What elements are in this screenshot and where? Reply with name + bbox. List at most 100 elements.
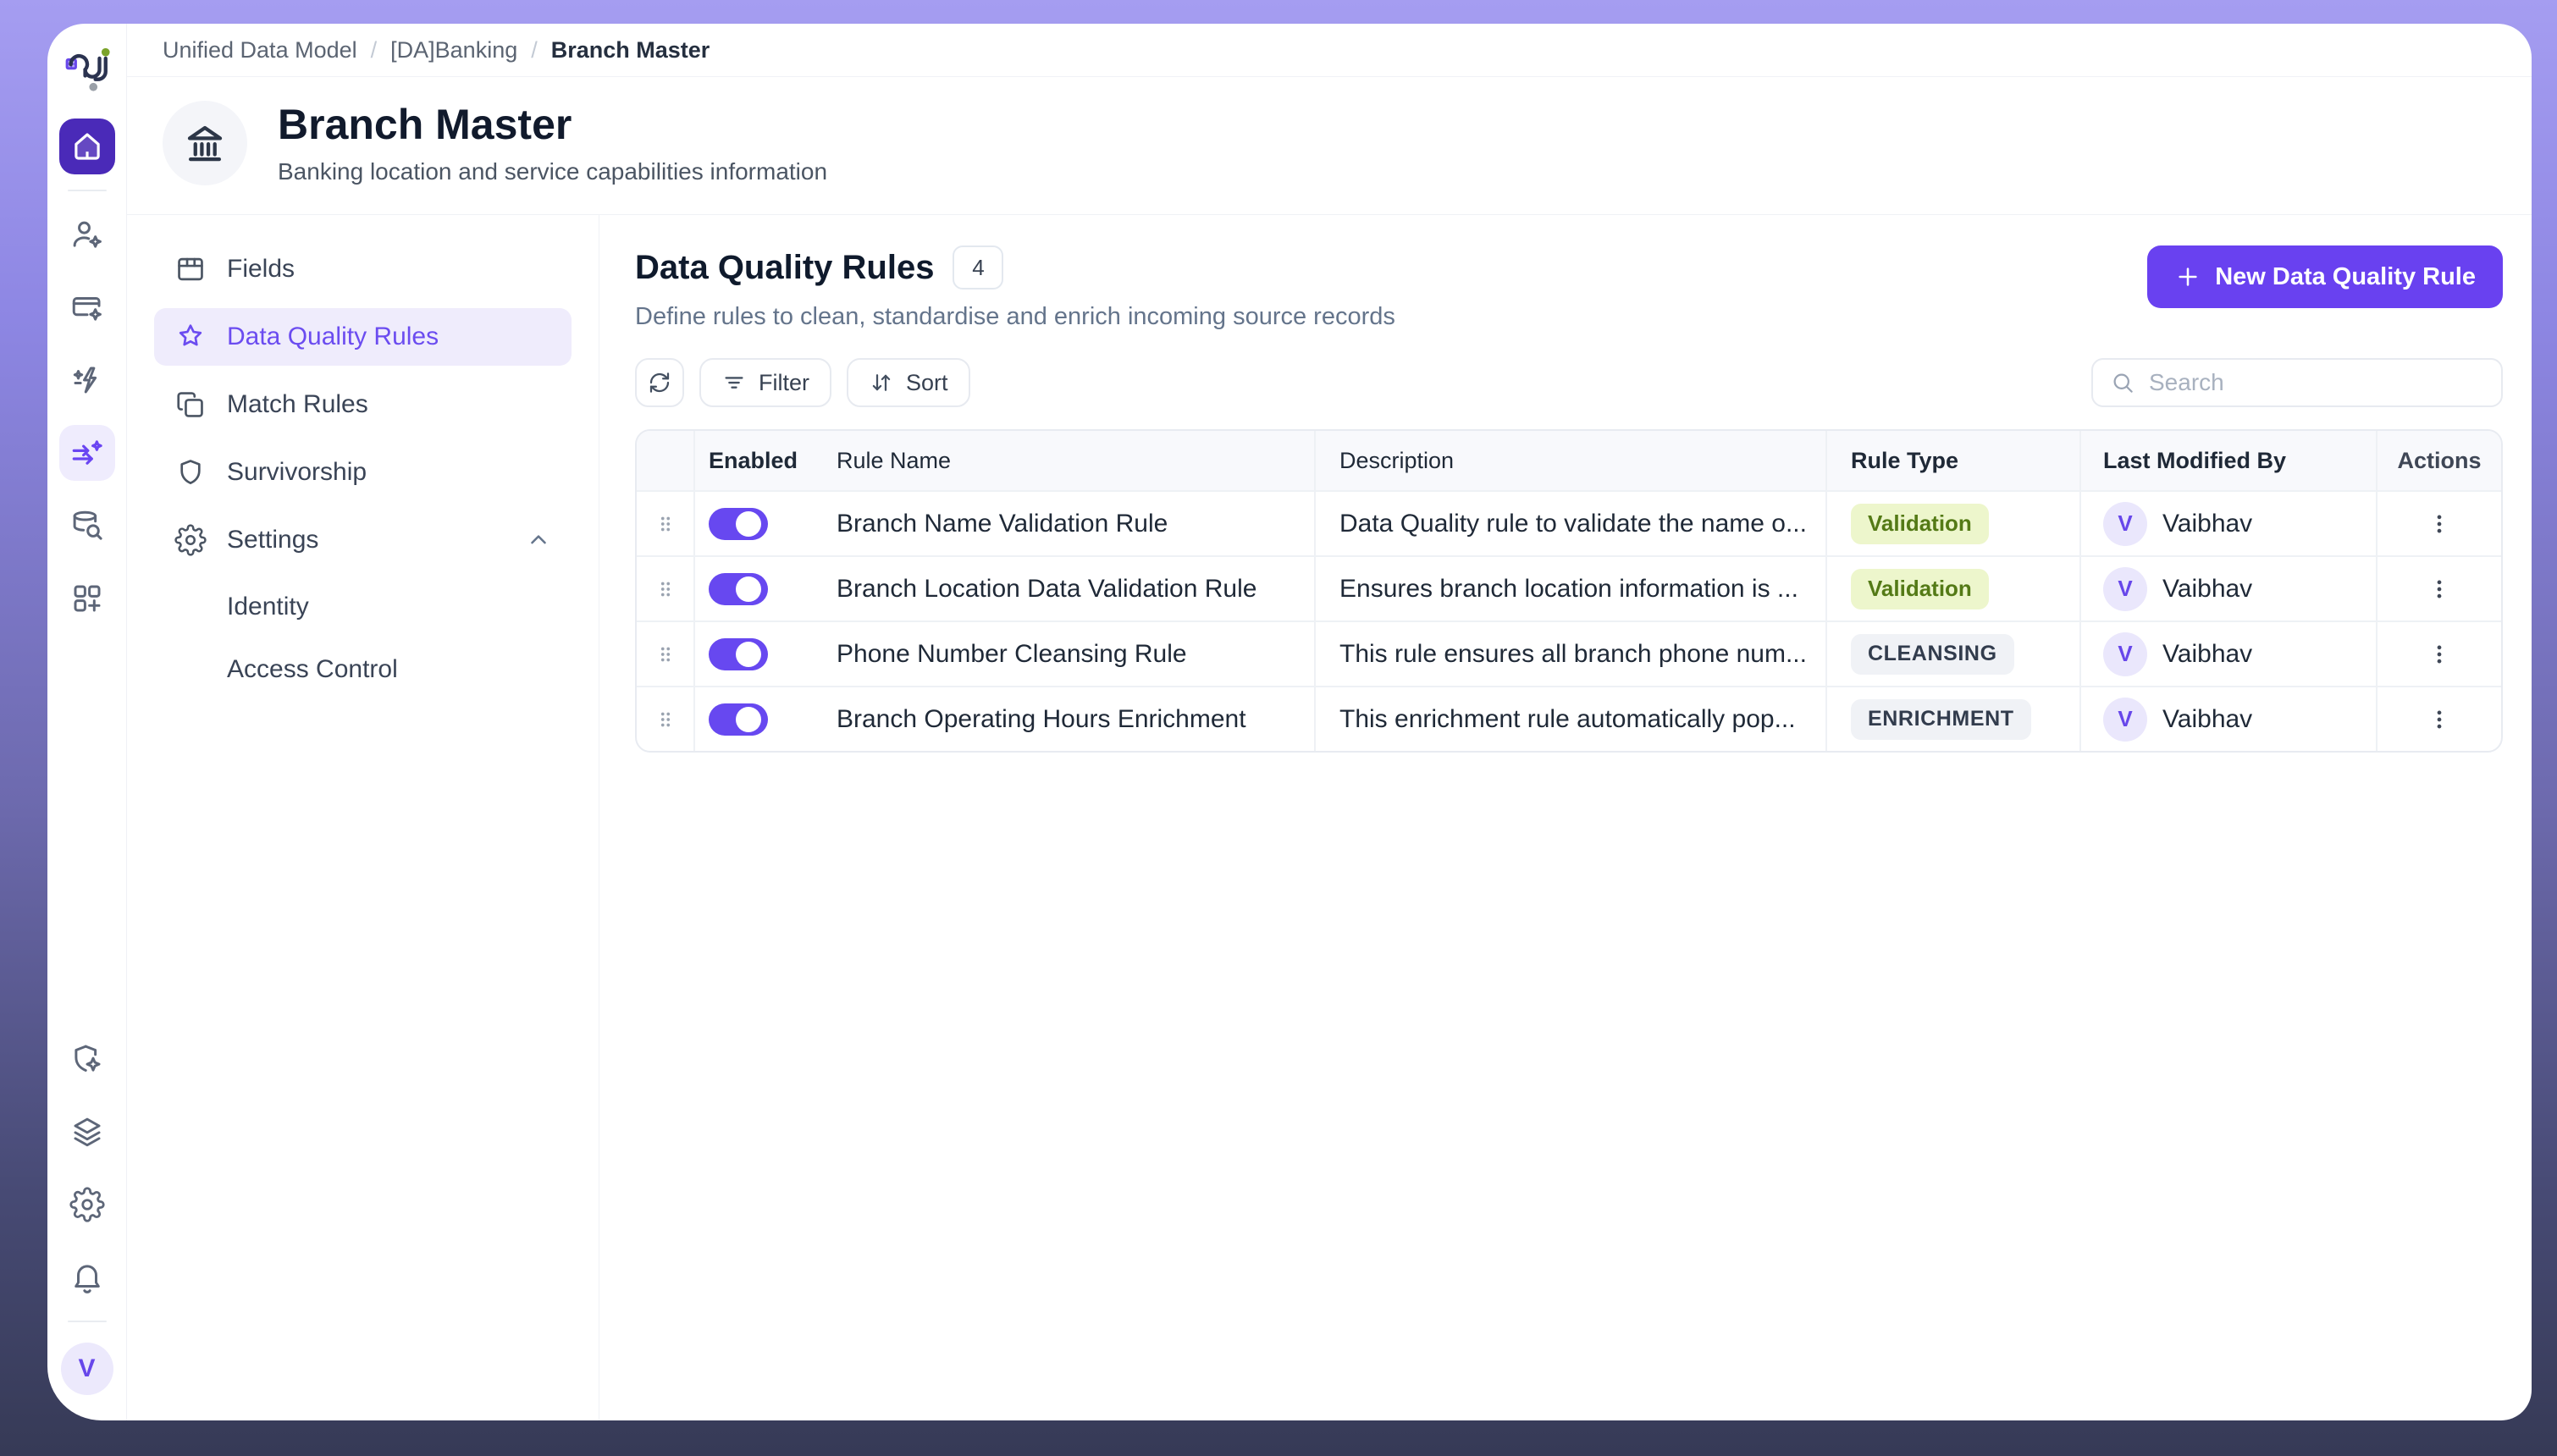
- rule-description: Data Quality rule to validate the name o…: [1314, 492, 1825, 555]
- icon-rail: V: [47, 24, 127, 1420]
- new-rule-button-label: New Data Quality Rule: [2215, 263, 2476, 291]
- modifier-avatar: V: [2103, 502, 2147, 546]
- refresh-icon: [647, 370, 672, 395]
- rail-pipelines-button[interactable]: [59, 425, 115, 481]
- subnav-item-data-quality-rules[interactable]: Data Quality Rules: [154, 308, 572, 366]
- subnav-item-label: Data Quality Rules: [227, 323, 439, 351]
- plus-icon: [2174, 263, 2201, 290]
- kebab-menu-icon: [2427, 511, 2452, 537]
- star-icon: [174, 321, 207, 353]
- breadcrumb-item-domain[interactable]: [DA]Banking: [390, 37, 517, 63]
- modifier-avatar: V: [2103, 698, 2147, 742]
- modifier-avatar: V: [2103, 632, 2147, 676]
- rail-settings-button[interactable]: [59, 1177, 115, 1233]
- breadcrumb-separator: /: [371, 37, 378, 63]
- filter-button-label: Filter: [759, 370, 809, 396]
- kebab-menu-icon: [2427, 576, 2452, 602]
- subnav-item-settings[interactable]: Settings: [154, 511, 572, 569]
- subnav-item-label: Match Rules: [227, 390, 368, 419]
- row-actions-menu-button[interactable]: [2422, 510, 2457, 538]
- rule-count-badge: 4: [953, 245, 1003, 290]
- app-window: V Unified Data Model / [DA]Banking / Bra…: [47, 24, 2532, 1420]
- grid-plus-icon: [69, 581, 105, 616]
- enabled-toggle[interactable]: [709, 508, 768, 540]
- breadcrumb: Unified Data Model / [DA]Banking / Branc…: [127, 24, 2532, 77]
- subnav-item-match-rules[interactable]: Match Rules: [154, 376, 572, 433]
- rail-layers-button[interactable]: [59, 1104, 115, 1160]
- copy-icon: [174, 389, 207, 421]
- enabled-toggle[interactable]: [709, 703, 768, 736]
- modifier-name: Vaibhav: [2162, 640, 2252, 669]
- search-icon: [2110, 370, 2135, 395]
- rule-name[interactable]: Branch Operating Hours Enrichment: [833, 687, 1314, 751]
- rail-notifications-button[interactable]: [59, 1249, 115, 1305]
- main-content: Data Quality Rules 4 Define rules to cle…: [599, 215, 2532, 1420]
- breadcrumb-separator: /: [531, 37, 538, 63]
- subnav-item-label: Survivorship: [227, 458, 367, 487]
- home-nav-button[interactable]: [59, 119, 115, 174]
- gear-icon: [174, 524, 207, 556]
- modifier-name: Vaibhav: [2162, 510, 2252, 538]
- header-enabled: Enabled: [693, 431, 833, 490]
- rule-name[interactable]: Branch Name Validation Rule: [833, 492, 1314, 555]
- subnav-item-access-control[interactable]: Access Control: [154, 642, 572, 698]
- shield-icon: [174, 456, 207, 488]
- database-search-icon: [69, 508, 105, 543]
- new-data-quality-rule-button[interactable]: New Data Quality Rule: [2147, 245, 2503, 308]
- rail-cards-button[interactable]: [59, 279, 115, 335]
- filter-lines-icon: [721, 370, 747, 395]
- rule-name[interactable]: Branch Location Data Validation Rule: [833, 557, 1314, 620]
- enabled-toggle[interactable]: [709, 573, 768, 605]
- row-actions-menu-button[interactable]: [2422, 576, 2457, 603]
- rail-divider: [68, 190, 107, 191]
- user-avatar[interactable]: V: [61, 1343, 113, 1395]
- sort-button[interactable]: Sort: [847, 358, 970, 407]
- home-icon: [69, 129, 105, 164]
- rule-name[interactable]: Phone Number Cleansing Rule: [833, 622, 1314, 686]
- kebab-menu-icon: [2427, 642, 2452, 667]
- drag-handle[interactable]: [637, 557, 693, 620]
- drag-handle[interactable]: [637, 492, 693, 555]
- rule-type-badge: Validation: [1851, 504, 1989, 544]
- subnav-item-fields[interactable]: Fields: [154, 240, 572, 298]
- header-last-modified-by: Last Modified By: [2079, 431, 2376, 490]
- gear-icon: [69, 1187, 105, 1222]
- modifier-name: Vaibhav: [2162, 575, 2252, 604]
- filter-button[interactable]: Filter: [699, 358, 831, 407]
- entity-icon-wrap: [163, 101, 247, 185]
- header-rule-type: Rule Type: [1825, 431, 2079, 490]
- header-rule-name: Rule Name: [833, 431, 1314, 490]
- search-box: [2091, 358, 2503, 407]
- rule-type-badge: Validation: [1851, 569, 1989, 609]
- breadcrumb-item-root[interactable]: Unified Data Model: [163, 37, 357, 63]
- rail-automation-button[interactable]: [59, 352, 115, 408]
- rail-apps-button[interactable]: [59, 571, 115, 626]
- rail-users-button[interactable]: [59, 207, 115, 262]
- row-actions-menu-button[interactable]: [2422, 641, 2457, 668]
- sort-button-label: Sort: [906, 370, 948, 396]
- flow-arrows-icon: [69, 435, 105, 471]
- refresh-button[interactable]: [635, 358, 684, 407]
- subnav-item-survivorship[interactable]: Survivorship: [154, 444, 572, 501]
- chevron-up-icon: [526, 527, 551, 553]
- subnav-item-label: Settings: [227, 526, 318, 554]
- rail-governance-button[interactable]: [59, 1031, 115, 1087]
- enabled-toggle[interactable]: [709, 638, 768, 670]
- rail-data-explorer-button[interactable]: [59, 498, 115, 554]
- subnav-item-identity[interactable]: Identity: [154, 579, 572, 635]
- search-input[interactable]: [2147, 368, 2484, 397]
- entity-subnav: Fields Data Quality Rules Match Rules Su…: [127, 215, 599, 1420]
- row-actions-menu-button[interactable]: [2422, 706, 2457, 733]
- drag-handle[interactable]: [637, 622, 693, 686]
- modifier-avatar: V: [2103, 567, 2147, 611]
- app-logo-icon[interactable]: [63, 44, 112, 93]
- bell-icon: [69, 1260, 105, 1295]
- page-subtitle: Banking location and service capabilitie…: [278, 158, 827, 185]
- card-sparkle-icon: [69, 290, 105, 325]
- table-row: Branch Operating Hours Enrichment This e…: [637, 686, 2501, 751]
- drag-handle[interactable]: [637, 687, 693, 751]
- sort-arrows-icon: [869, 370, 894, 395]
- header-actions: Actions: [2376, 431, 2501, 490]
- header-description: Description: [1314, 431, 1825, 490]
- table-icon: [174, 253, 207, 285]
